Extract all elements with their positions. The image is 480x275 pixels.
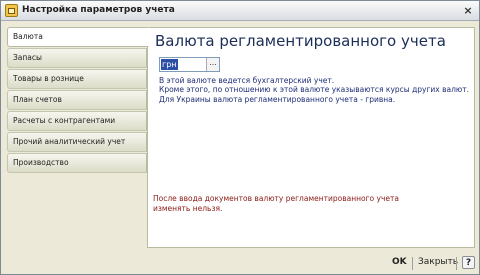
- page-title: Валюта регламентированного учета: [155, 32, 446, 50]
- help-icon[interactable]: ?: [462, 256, 475, 269]
- close-button[interactable]: Закрыть: [418, 257, 458, 267]
- tab-retail-goods[interactable]: Товары в рознице: [7, 69, 147, 89]
- info-line: Для Украины валюта регламентированного у…: [159, 94, 396, 104]
- currency-info: В этой валюте ведется бухгалтерский учет…: [159, 76, 469, 104]
- window-title: Настройка параметров учета: [22, 5, 175, 15]
- tab-inventory[interactable]: Запасы: [7, 48, 147, 68]
- warning-message: После ввода документов валюту регламенти…: [153, 194, 468, 214]
- app-settings-icon: [5, 4, 18, 17]
- toolbar-divider: [412, 257, 413, 270]
- settings-sidebar: Валюта Запасы Товары в рознице План счет…: [7, 27, 149, 177]
- tab-counterparty-settlements[interactable]: Расчеты с контрагентами: [7, 111, 147, 131]
- close-icon[interactable]: ×: [461, 4, 475, 18]
- tab-currency[interactable]: Валюта: [7, 27, 149, 47]
- tab-other-analytics[interactable]: Прочий аналитический учет: [7, 132, 147, 152]
- toolbar-divider: [456, 257, 457, 270]
- warning-line: После ввода документов валюту регламенти…: [153, 194, 399, 203]
- currency-field[interactable]: грн ...: [159, 57, 220, 72]
- bottom-toolbar: OK Закрыть ?: [1, 254, 479, 274]
- tab-chart-of-accounts[interactable]: План счетов: [7, 90, 147, 110]
- currency-value[interactable]: грн: [161, 59, 178, 70]
- select-button[interactable]: ...: [206, 58, 219, 71]
- info-line: В этой валюте ведется бухгалтерский учет…: [159, 76, 335, 85]
- currency-panel: Валюта регламентированного учета грн ...…: [147, 27, 475, 248]
- title-bar: Настройка параметров учета ×: [1, 1, 479, 21]
- tab-production[interactable]: Производство: [7, 153, 147, 173]
- settings-window: Настройка параметров учета × Валюта Запа…: [0, 0, 480, 275]
- warning-line: изменять нельзя.: [153, 204, 223, 213]
- info-line: Кроме этого, по отношению к этой валюте …: [159, 85, 469, 95]
- ok-button[interactable]: OK: [392, 257, 407, 267]
